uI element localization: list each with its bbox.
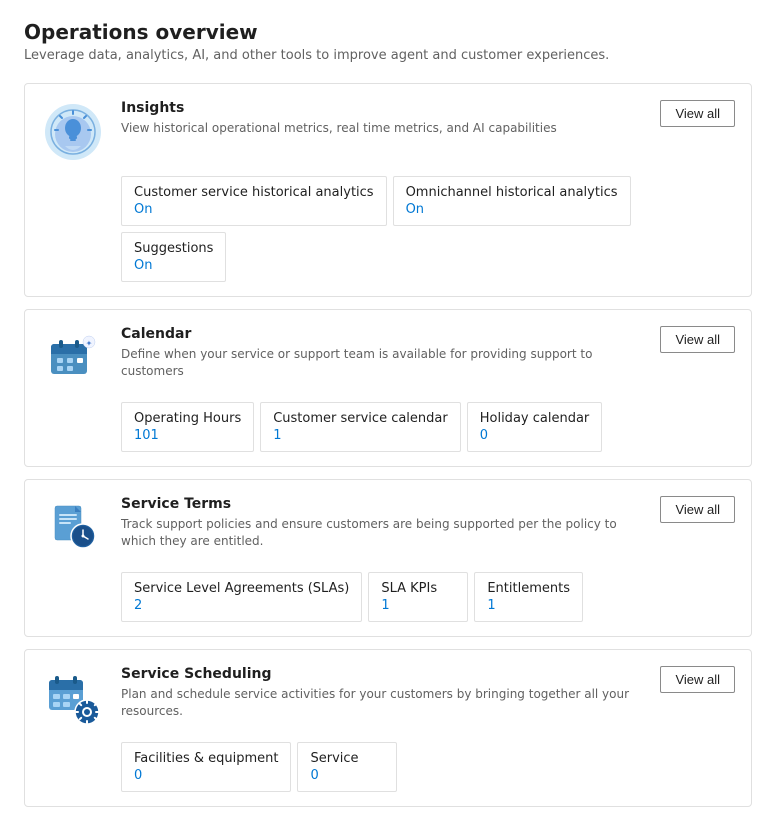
service-terms-view-all-button[interactable]: View all: [660, 496, 735, 523]
list-item[interactable]: Holiday calendar 0: [467, 402, 603, 452]
service-scheduling-view-all-button[interactable]: View all: [660, 666, 735, 693]
item-value: On: [134, 258, 213, 273]
calendar-action: View all: [660, 326, 735, 353]
item-label: SLA KPIs: [381, 581, 455, 596]
service-scheduling-info: Service Scheduling Plan and schedule ser…: [121, 666, 644, 720]
service-terms-desc: Track support policies and ensure custom…: [121, 516, 644, 550]
page-container: Operations overview Leverage data, analy…: [0, 0, 776, 839]
insights-items: Customer service historical analytics On…: [25, 176, 751, 296]
item-value: 101: [134, 428, 241, 443]
service-terms-header: Service Terms Track support policies and…: [25, 480, 751, 572]
service-terms-icon: [45, 500, 101, 556]
item-value: 1: [487, 598, 570, 613]
service-scheduling-action: View all: [660, 666, 735, 693]
list-item[interactable]: SLA KPIs 1: [368, 572, 468, 622]
insights-section: Insights View historical operational met…: [24, 83, 752, 297]
calendar-info: Calendar Define when your service or sup…: [121, 326, 644, 380]
service-scheduling-header: Service Scheduling Plan and schedule ser…: [25, 650, 751, 742]
item-value: 2: [134, 598, 349, 613]
item-label: Customer service historical analytics: [134, 185, 374, 200]
list-item[interactable]: Operating Hours 101: [121, 402, 254, 452]
service-terms-info: Service Terms Track support policies and…: [121, 496, 644, 550]
item-value: 0: [480, 428, 590, 443]
calendar-items: Operating Hours 101 Customer service cal…: [25, 402, 751, 466]
list-item[interactable]: Service Level Agreements (SLAs) 2: [121, 572, 362, 622]
insights-desc: View historical operational metrics, rea…: [121, 120, 644, 137]
insights-info: Insights View historical operational met…: [121, 100, 644, 137]
service-scheduling-title: Service Scheduling: [121, 666, 644, 682]
page-header: Operations overview Leverage data, analy…: [24, 20, 752, 63]
item-label: Service Level Agreements (SLAs): [134, 581, 349, 596]
calendar-desc: Define when your service or support team…: [121, 346, 644, 380]
service-scheduling-desc: Plan and schedule service activities for…: [121, 686, 644, 720]
item-value: On: [406, 202, 618, 217]
service-scheduling-items: Facilities & equipment 0 Service 0: [25, 742, 751, 806]
item-label: Facilities & equipment: [134, 751, 278, 766]
item-value: 0: [310, 768, 384, 783]
calendar-icon-container: ✦: [41, 326, 105, 390]
service-terms-items: Service Level Agreements (SLAs) 2 SLA KP…: [25, 572, 751, 636]
insights-header: Insights View historical operational met…: [25, 84, 751, 176]
item-value: 1: [381, 598, 455, 613]
service-terms-icon-container: [41, 496, 105, 560]
item-label: Operating Hours: [134, 411, 241, 426]
calendar-view-all-button[interactable]: View all: [660, 326, 735, 353]
item-label: Customer service calendar: [273, 411, 448, 426]
service-terms-section: Service Terms Track support policies and…: [24, 479, 752, 637]
list-item[interactable]: Suggestions On: [121, 232, 226, 282]
item-label: Holiday calendar: [480, 411, 590, 426]
list-item[interactable]: Omnichannel historical analytics On: [393, 176, 631, 226]
item-value: On: [134, 202, 374, 217]
item-label: Service: [310, 751, 384, 766]
list-item[interactable]: Service 0: [297, 742, 397, 792]
service-terms-title: Service Terms: [121, 496, 644, 512]
service-scheduling-section: Service Scheduling Plan and schedule ser…: [24, 649, 752, 807]
list-item[interactable]: Customer service historical analytics On: [121, 176, 387, 226]
list-item[interactable]: Facilities & equipment 0: [121, 742, 291, 792]
item-label: Suggestions: [134, 241, 213, 256]
page-subtitle: Leverage data, analytics, AI, and other …: [24, 48, 752, 63]
calendar-title: Calendar: [121, 326, 644, 342]
insights-icon: [45, 104, 101, 160]
list-item[interactable]: Customer service calendar 1: [260, 402, 461, 452]
svg-text:✦: ✦: [86, 339, 93, 348]
calendar-section: ✦ Calendar Define when your service or s…: [24, 309, 752, 467]
insights-title: Insights: [121, 100, 644, 116]
service-scheduling-icon-container: [41, 666, 105, 730]
insights-view-all-button[interactable]: View all: [660, 100, 735, 127]
item-label: Omnichannel historical analytics: [406, 185, 618, 200]
item-value: 1: [273, 428, 448, 443]
insights-icon-container: [41, 100, 105, 164]
insights-action: View all: [660, 100, 735, 127]
list-item[interactable]: Entitlements 1: [474, 572, 583, 622]
page-title: Operations overview: [24, 20, 752, 44]
service-terms-action: View all: [660, 496, 735, 523]
item-label: Entitlements: [487, 581, 570, 596]
service-scheduling-icon: [45, 670, 101, 726]
item-value: 0: [134, 768, 278, 783]
calendar-header: ✦ Calendar Define when your service or s…: [25, 310, 751, 402]
calendar-icon: ✦: [45, 330, 101, 386]
